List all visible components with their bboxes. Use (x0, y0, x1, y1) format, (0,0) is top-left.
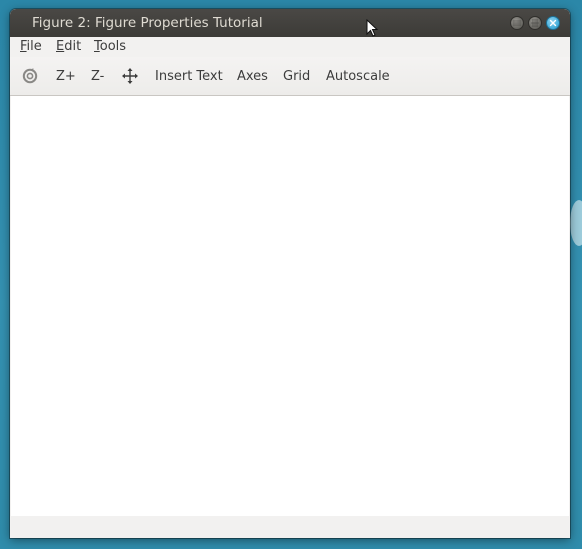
figure-window: Figure 2: Figure Properties Tutorial Fil… (10, 9, 570, 538)
pan-button[interactable] (121, 67, 139, 85)
window-titlebar[interactable]: Figure 2: Figure Properties Tutorial (10, 9, 570, 37)
desktop-decoration (570, 200, 582, 246)
maximize-icon (531, 19, 539, 27)
status-bar (10, 516, 570, 538)
pan-move-icon (122, 68, 138, 84)
menu-file-rest: ile (26, 39, 42, 54)
rotate-reset-button[interactable] (21, 67, 39, 85)
menu-edit[interactable]: Edit (56, 39, 81, 54)
axes-button[interactable]: Axes (237, 69, 268, 84)
menubar: File Edit Tools (10, 37, 570, 57)
autoscale-button[interactable]: Autoscale (326, 69, 390, 84)
close-icon (549, 19, 557, 27)
grid-button[interactable]: Grid (283, 69, 310, 84)
menu-edit-rest: dit (64, 39, 82, 54)
minimize-icon (513, 20, 521, 26)
zoom-in-button[interactable]: Z+ (56, 69, 76, 84)
minimize-button[interactable] (510, 16, 524, 30)
zoom-out-button[interactable]: Z- (91, 69, 104, 84)
menu-file[interactable]: File (20, 39, 42, 54)
menu-tools[interactable]: Tools (94, 39, 126, 54)
rotate-reset-icon (22, 68, 38, 84)
menu-tools-rest: ools (99, 39, 127, 54)
close-button[interactable] (546, 16, 560, 30)
window-title: Figure 2: Figure Properties Tutorial (32, 15, 263, 31)
insert-text-button[interactable]: Insert Text (155, 69, 223, 84)
menu-edit-mnemonic: E (56, 39, 65, 54)
maximize-button[interactable] (528, 16, 542, 30)
figure-toolbar: Z+ Z- Insert Text Axes Grid Autoscale (10, 57, 570, 96)
mouse-pointer-icon (366, 19, 379, 37)
figure-canvas[interactable] (11, 96, 569, 516)
